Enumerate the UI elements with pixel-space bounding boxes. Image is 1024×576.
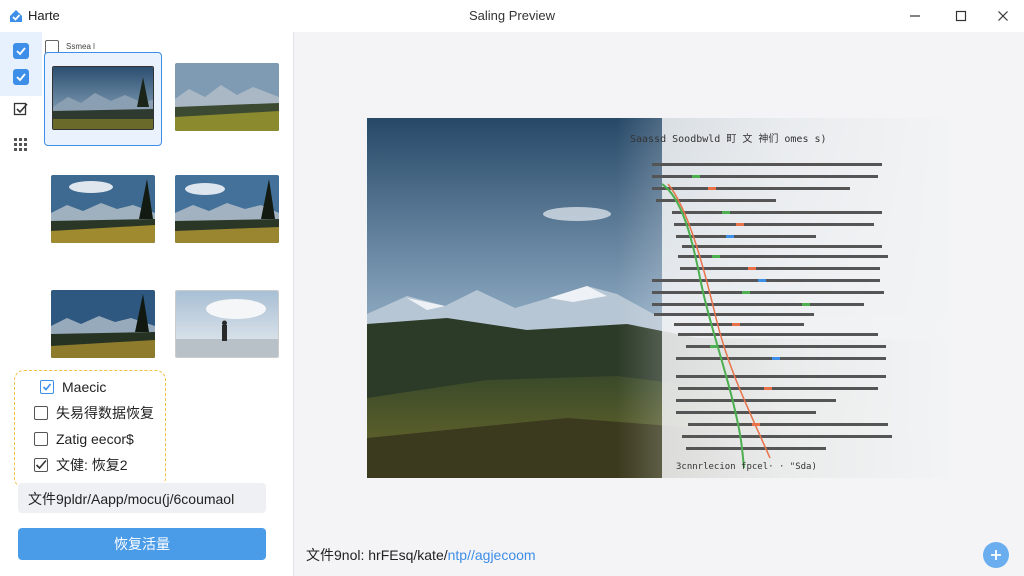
option-1-checkbox[interactable] bbox=[40, 380, 54, 394]
option-2-label: 失易得数据恢复 bbox=[56, 405, 154, 421]
option-1[interactable]: Maecic bbox=[40, 377, 106, 397]
thumbnail-2[interactable] bbox=[175, 63, 279, 131]
rail-item-checked-a[interactable] bbox=[11, 41, 31, 61]
maximize-button[interactable] bbox=[950, 6, 972, 26]
maximize-icon bbox=[955, 10, 967, 22]
minimize-button[interactable] bbox=[904, 6, 926, 26]
option-3-label: Zatig eecor$ bbox=[56, 431, 134, 447]
add-button[interactable] bbox=[983, 542, 1009, 568]
thumbnail-5[interactable] bbox=[51, 290, 155, 358]
status-prefix: 文件9nol: bbox=[306, 547, 369, 563]
rail-item-grid[interactable] bbox=[11, 135, 31, 155]
option-4-label: 文健: 恢复2 bbox=[56, 457, 128, 473]
option-1-label: Maecic bbox=[62, 379, 107, 395]
grid-icon bbox=[14, 138, 27, 151]
option-3[interactable]: Zatig eecor$ bbox=[34, 429, 134, 449]
option-4-checkbox[interactable] bbox=[34, 458, 48, 472]
option-4[interactable]: 文健: 恢复2 bbox=[34, 455, 128, 475]
close-button[interactable] bbox=[992, 6, 1014, 26]
recover-button[interactable]: 恢复活量 bbox=[18, 528, 266, 560]
thumbnail-4[interactable] bbox=[175, 175, 279, 243]
title-bar: Harte Saling Preview bbox=[0, 0, 1024, 32]
minimize-icon bbox=[910, 15, 920, 17]
status-path-value: hrFEsq/kate/ bbox=[368, 547, 448, 563]
thumbnail-3[interactable] bbox=[51, 175, 155, 243]
window-title: Saling Preview bbox=[469, 8, 555, 23]
plus-icon bbox=[991, 550, 1001, 560]
status-path: 文件9nol: hrFEsq/kate/ntp//agjecoom bbox=[306, 545, 536, 565]
path-input[interactable]: 文件9pldr/Aapp/mocu(j/6coumaol bbox=[18, 483, 266, 513]
close-icon bbox=[998, 11, 1008, 21]
document-heading: Saassd Soodbwld 町 文 神们 omes s) bbox=[630, 134, 827, 145]
check-square-icon bbox=[13, 102, 28, 116]
option-3-checkbox[interactable] bbox=[34, 432, 48, 446]
checkbox-checked-icon bbox=[13, 43, 29, 59]
thumbnail-6[interactable] bbox=[175, 290, 279, 358]
rail-item-checked-b[interactable] bbox=[11, 67, 31, 87]
option-2-checkbox[interactable] bbox=[34, 406, 48, 420]
document-footer: 3cnnrlecion fpcel· · "Sda) bbox=[676, 462, 817, 472]
document-overlay bbox=[632, 118, 951, 478]
thumbnail-1[interactable] bbox=[52, 66, 154, 130]
rail-item-check[interactable] bbox=[11, 99, 31, 119]
select-all-label: Ssmea l bbox=[66, 42, 95, 51]
option-2[interactable]: 失易得数据恢复 bbox=[34, 403, 154, 423]
checkbox-checked-icon bbox=[13, 69, 29, 85]
status-link[interactable]: ntp//agjecoom bbox=[448, 547, 536, 563]
